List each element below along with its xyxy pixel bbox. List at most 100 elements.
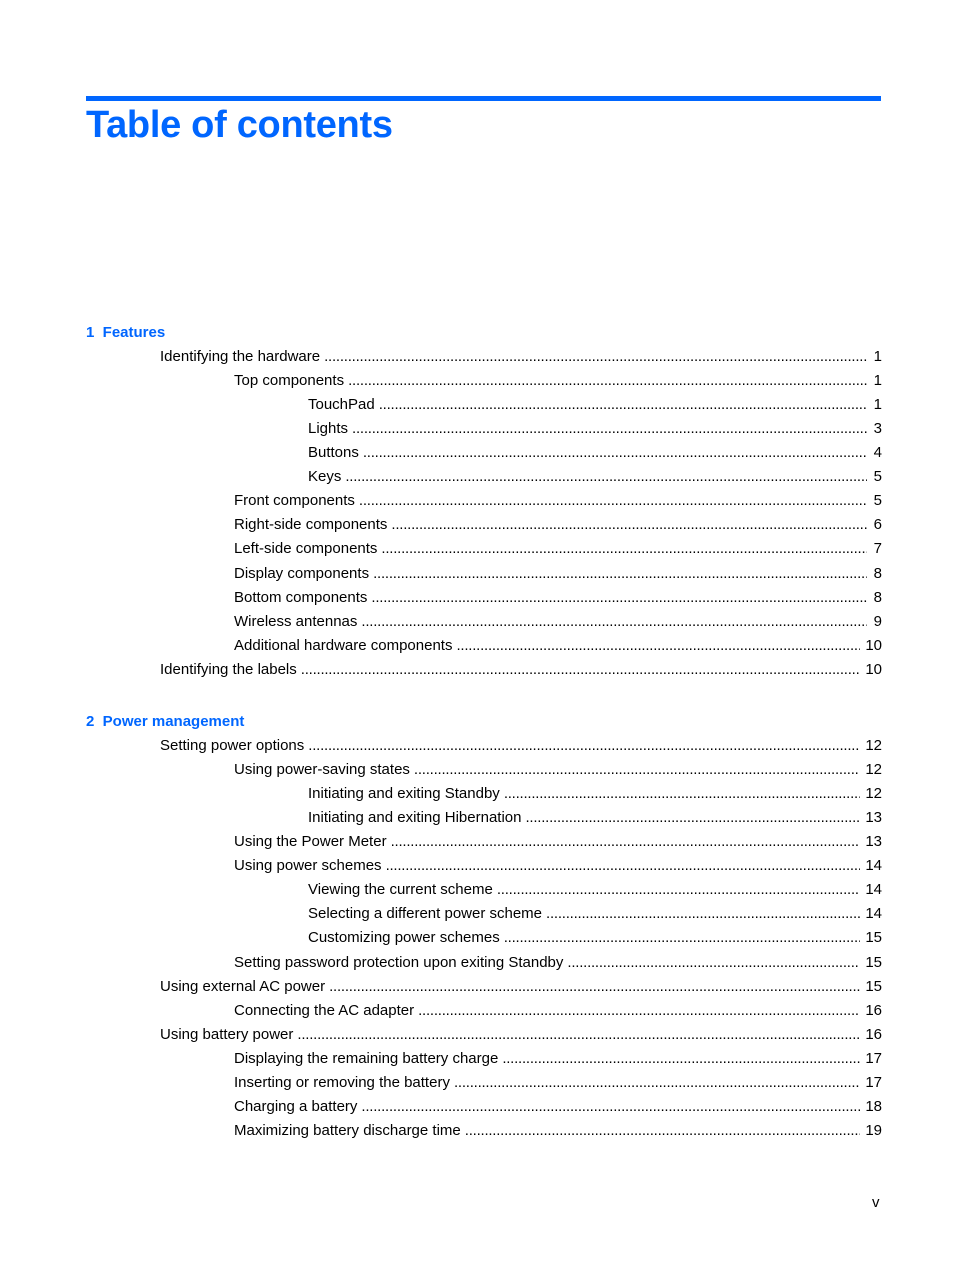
toc-entry-label: Right-side components <box>234 516 388 534</box>
page-number: v <box>872 1194 880 1211</box>
toc-entry-page: 12 <box>865 737 882 754</box>
toc-entry-page: 16 <box>865 1025 882 1043</box>
toc-entry-page: 14 <box>865 857 882 875</box>
toc-entry-page: 13 <box>865 809 882 827</box>
toc-entry[interactable]: Setting power options 12 <box>160 736 882 756</box>
toc-entry-label: Identifying the labels <box>160 660 297 678</box>
toc-entry-label: Left-side components <box>234 540 378 558</box>
toc-entry[interactable]: Displaying the remaining battery charge 1… <box>234 1049 882 1069</box>
toc-entry[interactable]: Identifying the hardware 1 <box>160 347 882 367</box>
toc-entry-page: 1 <box>873 348 882 365</box>
dot-leader <box>391 832 861 852</box>
toc-entry[interactable]: Bottom components 8 <box>234 588 882 608</box>
toc-entry-label: Inserting or removing the battery <box>234 1073 450 1091</box>
dot-leader <box>465 1121 861 1141</box>
dot-leader <box>386 856 861 876</box>
toc-entry[interactable]: Charging a battery 18 <box>234 1097 882 1117</box>
toc-entry-label: Buttons <box>308 444 359 462</box>
toc-entry[interactable]: Customizing power schemes 15 <box>308 928 882 948</box>
toc-entry-label: Customizing power schemes <box>308 929 500 947</box>
chapter-heading[interactable]: 2 Power management <box>86 712 244 732</box>
toc-entry-page: 17 <box>865 1049 882 1067</box>
toc-entry[interactable]: TouchPad 1 <box>308 395 882 415</box>
toc-entry[interactable]: Top components 1 <box>234 371 882 391</box>
dot-leader <box>567 953 860 973</box>
toc-entry-label: TouchPad <box>308 396 375 414</box>
toc-entry-page: 1 <box>873 396 882 414</box>
toc-entry[interactable]: Identifying the labels 10 <box>160 660 882 680</box>
toc-entry[interactable]: Front components 5 <box>234 491 882 511</box>
toc-entry-page: 14 <box>865 881 882 899</box>
toc-entry-label: Front components <box>234 492 355 510</box>
toc-entry[interactable]: Viewing the current scheme 14 <box>308 880 882 900</box>
dot-leader <box>456 636 860 656</box>
dot-leader <box>546 904 860 924</box>
dot-leader <box>504 784 861 804</box>
toc-entry[interactable]: Lights 3 <box>308 419 882 439</box>
dot-leader <box>504 928 861 948</box>
toc-entry-label: Using power-saving states <box>234 761 410 778</box>
toc-entry-label: Keys <box>308 468 342 486</box>
toc-entry[interactable]: Right-side components 6 <box>234 515 882 535</box>
toc-entry-label: Using the Power Meter <box>234 833 387 851</box>
toc-entry[interactable]: Display components 8 <box>234 564 882 584</box>
toc-entry-page: 9 <box>873 612 882 630</box>
toc-entry-label: Using power schemes <box>234 857 382 875</box>
toc-entry-label: Initiating and exiting Hibernation <box>308 809 522 827</box>
toc-entry-page: 14 <box>865 905 882 923</box>
toc-entry-page: 12 <box>865 761 882 778</box>
toc-entry[interactable]: Initiating and exiting Hibernation 13 <box>308 808 882 828</box>
toc-entry[interactable]: Using power-saving states 12 <box>234 760 882 780</box>
dot-leader <box>348 371 867 391</box>
toc-entry-label: Viewing the current scheme <box>308 881 493 899</box>
dot-leader <box>359 491 867 511</box>
toc-entry-page: 15 <box>865 953 882 971</box>
dot-leader <box>391 515 867 535</box>
dot-leader <box>502 1049 860 1069</box>
toc-entry-label: Wireless antennas <box>234 612 358 630</box>
dot-leader <box>324 347 867 367</box>
toc-entry[interactable]: Wireless antennas 9 <box>234 612 882 632</box>
toc-entry[interactable]: Connecting the AC adapter 16 <box>234 1001 882 1021</box>
toc-entry[interactable]: Keys 5 <box>308 467 882 487</box>
chapter-heading[interactable]: 1 Features <box>86 323 165 343</box>
toc-entry[interactable]: Using battery power 16 <box>160 1025 882 1045</box>
toc-entry-page: 7 <box>873 540 882 558</box>
toc-entry[interactable]: Selecting a different power scheme 14 <box>308 904 882 924</box>
dot-leader <box>418 1001 860 1021</box>
toc-entry-label: Initiating and exiting Standby <box>308 785 500 803</box>
toc-entry[interactable]: Additional hardware components 10 <box>234 636 882 656</box>
dot-leader <box>497 880 860 900</box>
toc-entry-page: 15 <box>865 977 882 995</box>
toc-entry-label: Identifying the hardware <box>160 348 321 365</box>
toc-entry-label: Setting power options <box>160 737 305 754</box>
toc-entry[interactable]: Buttons 4 <box>308 443 882 463</box>
toc-entry[interactable]: Initiating and exiting Standby 12 <box>308 784 882 804</box>
toc-entry[interactable]: Using power schemes 14 <box>234 856 882 876</box>
toc-entry[interactable]: Inserting or removing the battery 17 <box>234 1073 882 1093</box>
dot-leader <box>361 1097 860 1117</box>
toc-entry-label: Using battery power <box>160 1025 294 1043</box>
toc-entry-page: 10 <box>865 636 882 654</box>
toc-entry[interactable]: Setting password protection upon exiting… <box>234 953 882 973</box>
toc-entry[interactable]: Maximizing battery discharge time 19 <box>234 1121 882 1141</box>
toc-entry-page: 18 <box>865 1097 882 1115</box>
dot-leader <box>308 736 860 756</box>
dot-leader <box>381 539 867 559</box>
toc-entry-page: 1 <box>873 372 882 390</box>
toc-entry-label: Bottom components <box>234 588 368 606</box>
toc-entry-page: 12 <box>865 785 882 803</box>
dot-leader <box>371 588 867 608</box>
toc-entry-label: Displaying the remaining battery charge <box>234 1049 499 1067</box>
page-title: Table of contents <box>86 104 393 146</box>
toc-entry-page: 8 <box>873 564 882 582</box>
toc-entry-label: Connecting the AC adapter <box>234 1001 415 1019</box>
dot-leader <box>525 808 860 828</box>
toc-entry[interactable]: Using the Power Meter 13 <box>234 832 882 852</box>
toc-entry[interactable]: Left-side components 7 <box>234 539 882 559</box>
toc-entry-page: 19 <box>865 1121 882 1139</box>
toc-entry-page: 15 <box>865 929 882 947</box>
toc-entry[interactable]: Using external AC power 15 <box>160 977 882 997</box>
dot-leader <box>454 1073 860 1093</box>
dot-leader <box>297 1025 860 1045</box>
